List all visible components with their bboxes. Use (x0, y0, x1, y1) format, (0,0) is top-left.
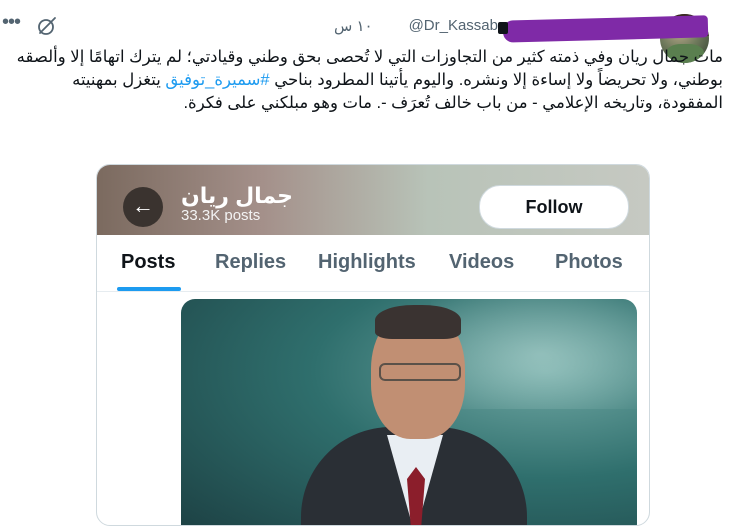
tab-replies: Replies (215, 251, 287, 273)
tab-photos: Photos (555, 251, 623, 273)
tab-posts: Posts (121, 251, 176, 273)
more-horizontal-icon[interactable]: ••• (2, 11, 21, 34)
tab-highlights: Highlights (318, 251, 416, 273)
back-arrow-icon: ← (123, 187, 163, 227)
tab-videos: Videos (449, 251, 515, 273)
profile-posts-count: 33.3K posts (181, 207, 261, 224)
person-glasses (379, 363, 461, 381)
tweet-timestamp[interactable]: ١٠ س (334, 17, 373, 35)
person-hair (375, 305, 461, 339)
follow-button: Follow (479, 185, 629, 229)
active-tab-indicator (117, 287, 181, 291)
post-photo (181, 299, 637, 525)
profile-tabs: Posts Replies Highlights Videos Photos (97, 235, 649, 292)
tweet-text: مات جمال ريان وفي ذمته كثير من التجاوزات… (6, 46, 723, 115)
hashtag-link[interactable]: #سميرة_توفيق (165, 71, 269, 89)
scroll-edge (724, 0, 739, 513)
profile-name: جمال ريان (181, 183, 294, 208)
grok-icon[interactable] (36, 15, 58, 37)
author-name-fragment (498, 22, 508, 34)
author-handle[interactable]: @Dr_Kassab (409, 17, 498, 34)
embedded-profile-screenshot[interactable]: ← جمال ريان 33.3K posts Follow Posts Rep… (96, 164, 650, 526)
